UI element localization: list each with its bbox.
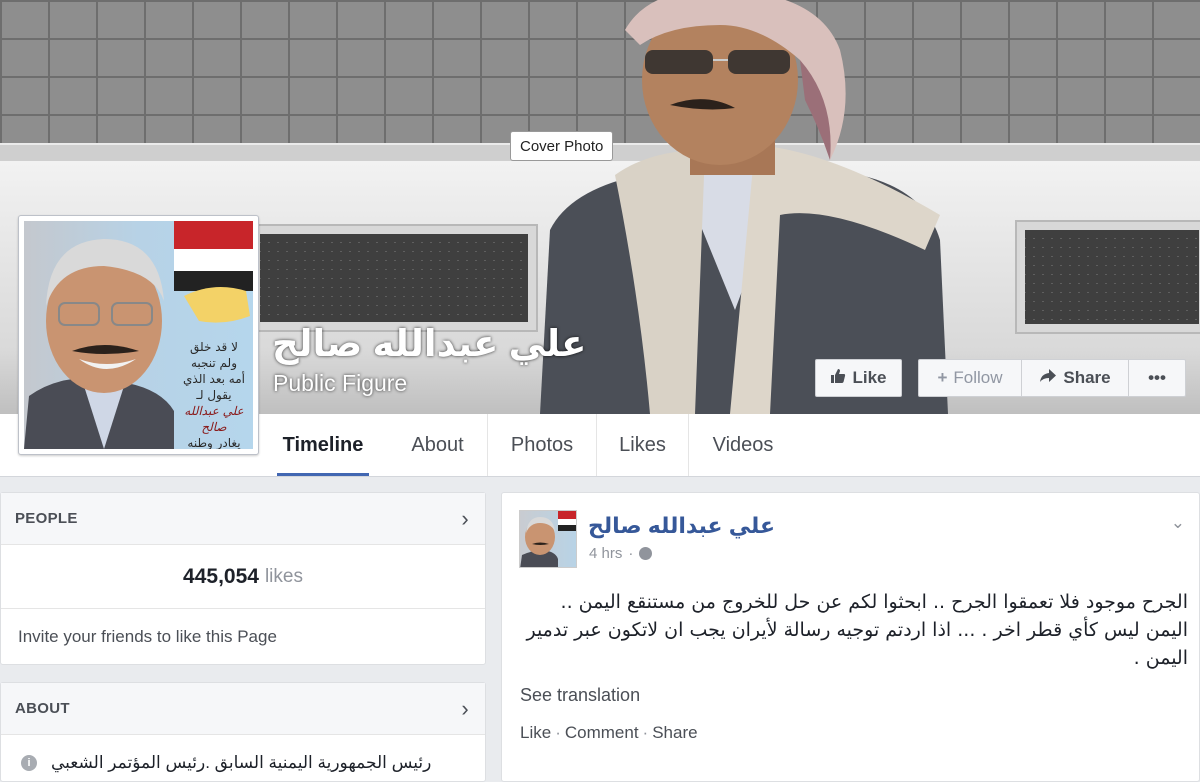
likes-count: 445,054	[183, 564, 259, 588]
post-author-name[interactable]: علي عبدالله صالح	[588, 513, 775, 539]
likes-word: likes	[264, 565, 303, 587]
follow-button[interactable]: + Follow	[918, 359, 1021, 397]
caption-line: يغادر وطنه	[187, 436, 241, 449]
caption-line: ولم تنجبه	[190, 356, 237, 370]
post-actions: Like · Comment · Share	[520, 723, 698, 743]
post-comment-link[interactable]: Comment	[565, 723, 639, 743]
tab-timeline[interactable]: Timeline	[277, 414, 369, 476]
info-icon: i	[21, 755, 37, 771]
separator-dot: ·	[628, 545, 634, 562]
like-label: Like	[852, 368, 887, 387]
window-grille-right	[1015, 220, 1200, 334]
post-timestamp: 4 hrs ·	[589, 545, 653, 562]
tab-likes[interactable]: Likes	[597, 414, 689, 476]
caption-signature: علي عبدالله صالح	[184, 404, 244, 434]
page-category[interactable]: Public Figure	[273, 370, 407, 397]
share-arrow-icon	[1039, 368, 1057, 389]
post-like-link[interactable]: Like	[520, 723, 551, 743]
post-time-text[interactable]: 4 hrs	[589, 545, 622, 562]
chevron-right-icon[interactable]: ›	[461, 696, 469, 722]
post-author-avatar[interactable]	[519, 510, 577, 568]
caption-line: يقول لـ	[196, 388, 232, 402]
thumbs-up-icon	[830, 368, 846, 389]
see-translation-link[interactable]: See translation	[520, 685, 640, 706]
caption-line: لا قد خلق	[190, 340, 238, 354]
post-share-link[interactable]: Share	[652, 723, 697, 743]
about-card-header[interactable]: ABOUT ›	[1, 683, 485, 735]
cover-photo-tooltip: Cover Photo	[510, 131, 614, 161]
about-heading: ABOUT	[15, 700, 70, 717]
post-avatar-portrait	[520, 511, 576, 567]
plus-icon: +	[937, 368, 948, 387]
share-label: Share	[1063, 368, 1111, 387]
ellipsis-icon: •••	[1148, 368, 1166, 387]
tab-photos[interactable]: Photos	[488, 414, 597, 476]
separator-dot: ·	[642, 723, 649, 742]
window-grille-left	[250, 224, 538, 332]
caption-line: أمه بعد الذي	[183, 372, 245, 386]
tab-about[interactable]: About	[388, 414, 488, 476]
separator-dot: ·	[555, 723, 561, 742]
page-title[interactable]: علي عبدالله صالح	[272, 322, 586, 365]
chevron-right-icon[interactable]: ›	[461, 506, 469, 532]
likes-summary: 445,054 likes	[1, 545, 485, 609]
cover-person-figure	[540, 0, 948, 414]
globe-icon	[639, 547, 653, 560]
more-options-button[interactable]: •••	[1128, 359, 1186, 397]
about-description: i رئيس الجمهورية اليمنية السابق .رئيس ال…	[1, 735, 485, 773]
share-button[interactable]: Share	[1021, 359, 1128, 397]
profile-picture-caption: لا قد خلق ولم تنجبه أمه بعد الذي يقول لـ…	[172, 339, 253, 449]
timeline-post: علي عبدالله صالح 4 hrs · ⌄ الجرح موجود ف…	[501, 492, 1200, 782]
about-card: ABOUT › i رئيس الجمهورية اليمنية السابق …	[0, 682, 486, 782]
post-body: الجرح موجود فلا تعمقوا الجرح .. ابحثوا ل…	[526, 591, 1188, 669]
people-heading: PEOPLE	[15, 510, 78, 527]
like-page-button[interactable]: Like	[815, 359, 902, 397]
profile-picture[interactable]: لا قد خلق ولم تنجبه أمه بعد الذي يقول لـ…	[18, 215, 259, 455]
people-card-header[interactable]: PEOPLE ›	[1, 493, 485, 545]
chevron-down-icon[interactable]: ⌄	[1171, 513, 1185, 533]
follow-label: Follow	[953, 368, 1003, 387]
people-card: PEOPLE › 445,054 likes Invite your frien…	[0, 492, 486, 665]
profile-picture-image: لا قد خلق ولم تنجبه أمه بعد الذي يقول لـ…	[24, 221, 253, 449]
invite-friends-link[interactable]: Invite your friends to like this Page	[1, 609, 485, 647]
tab-videos[interactable]: Videos	[689, 414, 797, 476]
about-text: رئيس الجمهورية اليمنية السابق .رئيس المؤ…	[51, 753, 432, 772]
